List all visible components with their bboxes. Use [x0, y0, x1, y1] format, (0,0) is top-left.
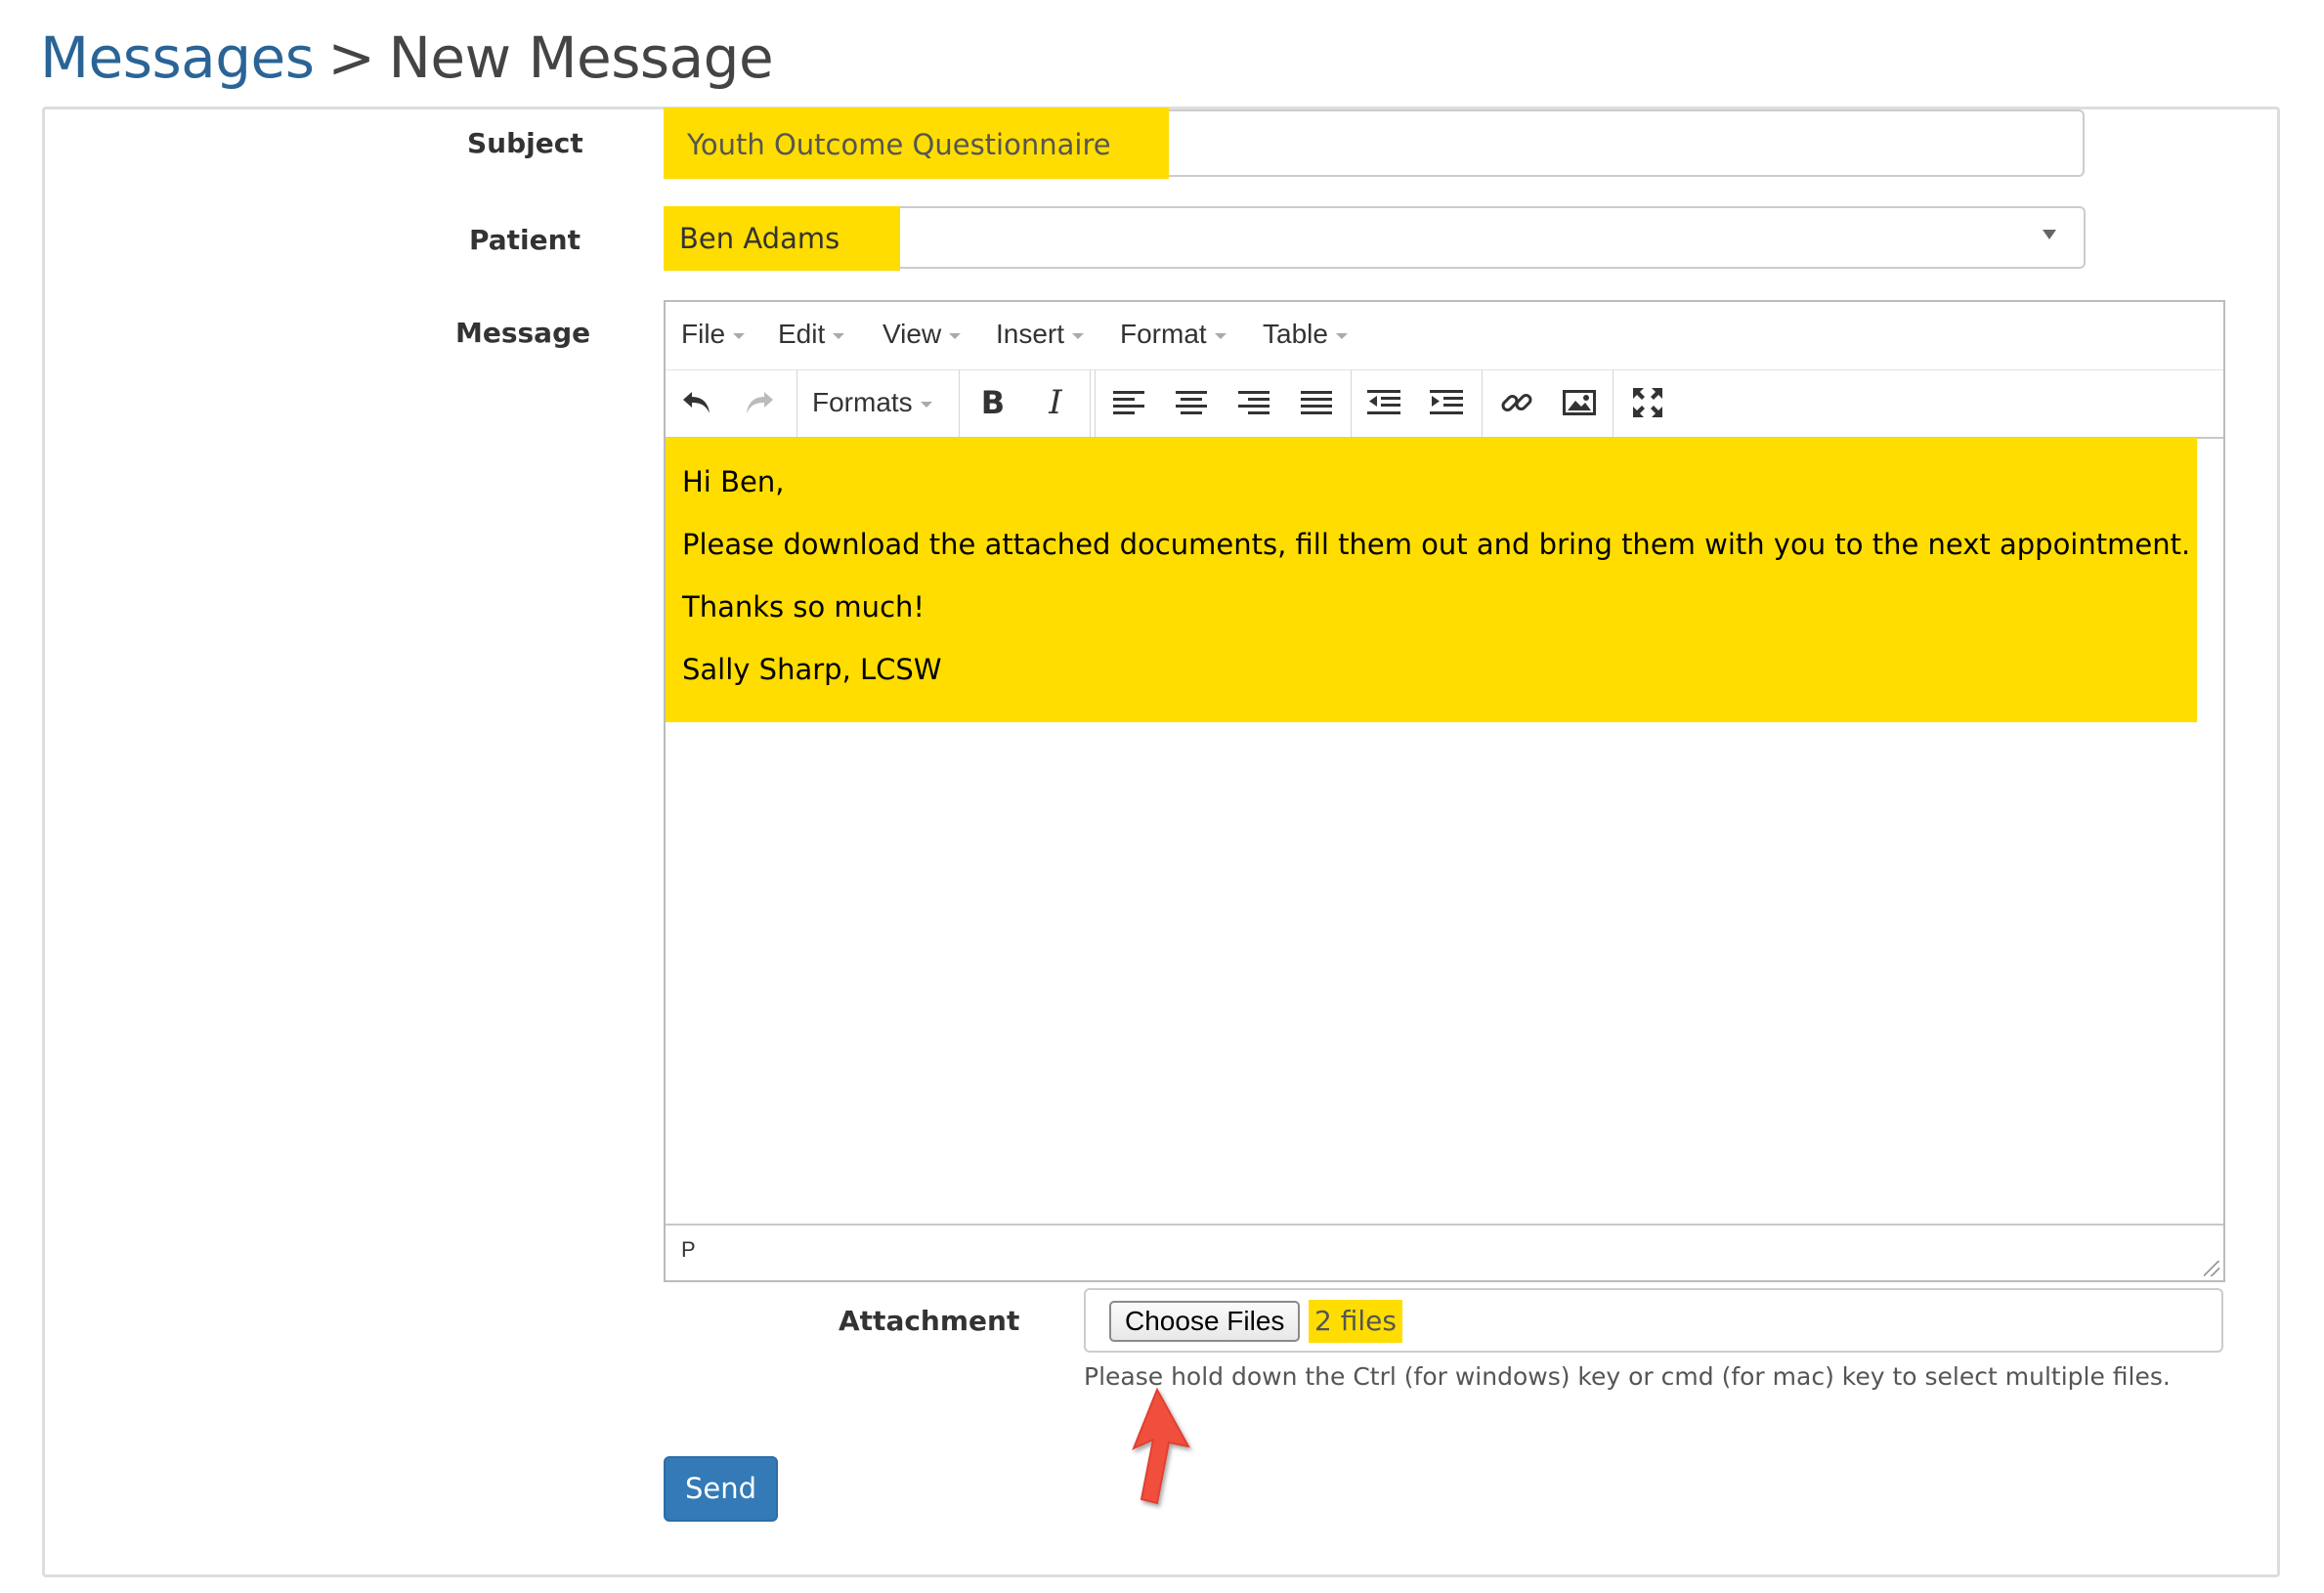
page-title: Messages > New Message [40, 22, 774, 94]
message-label: Message [455, 317, 591, 349]
file-input: Choose Files 2 files [1084, 1288, 2223, 1353]
menu-format[interactable]: Format [1120, 315, 1227, 354]
element-path[interactable]: P [681, 1237, 696, 1263]
italic-icon[interactable]: I [1034, 381, 1077, 424]
indent-icon[interactable] [1425, 381, 1468, 424]
history-group [666, 369, 797, 437]
image-icon[interactable] [1558, 381, 1601, 424]
menu-insert[interactable]: Insert [996, 315, 1085, 354]
subject-value: Youth Outcome Questionnaire [687, 128, 1111, 161]
undo-icon[interactable] [675, 381, 718, 424]
outdent-icon[interactable] [1362, 381, 1405, 424]
rich-text-editor[interactable]: File Edit View Insert Format Table Forma… [664, 300, 2225, 1282]
menu-file[interactable]: File [681, 315, 746, 354]
patient-select[interactable]: Ben Adams [664, 206, 2086, 271]
files-selected-text: 2 files [1309, 1300, 1402, 1343]
breadcrumb-separator: > [327, 24, 375, 91]
indent-group [1351, 369, 1483, 437]
menu-view[interactable]: View [882, 315, 962, 354]
align-right-icon[interactable] [1232, 381, 1275, 424]
patient-value: Ben Adams [679, 222, 840, 255]
align-group [1094, 369, 1352, 437]
editor-content[interactable]: Hi Ben, Please download the attached doc… [666, 438, 2197, 722]
align-justify-icon[interactable] [1295, 381, 1338, 424]
subject-label: Subject [467, 127, 583, 159]
page-heading: New Message [388, 24, 774, 91]
link-icon[interactable] [1495, 381, 1538, 424]
fullscreen-icon[interactable] [1626, 381, 1669, 424]
align-left-icon[interactable] [1107, 381, 1150, 424]
align-center-icon[interactable] [1170, 381, 1213, 424]
bold-icon[interactable]: B [971, 381, 1014, 424]
patient-label: Patient [469, 224, 581, 256]
send-button[interactable]: Send [664, 1456, 778, 1522]
choose-files-button[interactable]: Choose Files [1109, 1301, 1301, 1342]
redo-icon[interactable] [738, 381, 781, 424]
content-thanks: Thanks so much! [682, 590, 925, 624]
content-signature: Sally Sharp, LCSW [682, 653, 942, 686]
attachment-help-text: Please hold down the Ctrl (for windows) … [1084, 1362, 2171, 1391]
chevron-down-icon[interactable] [2043, 230, 2056, 239]
annotation-arrow-icon [1132, 1387, 1190, 1505]
attachment-label: Attachment [839, 1305, 1020, 1337]
menu-edit[interactable]: Edit [778, 315, 845, 354]
subject-input[interactable]: Youth Outcome Questionnaire [664, 108, 2085, 179]
editor-statusbar: P [666, 1224, 2223, 1280]
editor-toolbar: Formats B I [666, 369, 2223, 439]
text-style-group: B I [959, 369, 1096, 437]
formats-dropdown[interactable]: Formats [812, 382, 932, 423]
content-body: Please download the attached documents, … [682, 528, 2191, 561]
menu-table[interactable]: Table [1263, 315, 1348, 354]
resize-handle-icon[interactable] [2204, 1261, 2219, 1276]
view-group [1613, 369, 1681, 437]
insert-group [1482, 369, 1614, 437]
editor-menubar: File Edit View Insert Format Table [666, 302, 2223, 370]
content-greeting: Hi Ben, [682, 465, 785, 498]
breadcrumb-messages-link[interactable]: Messages [40, 24, 315, 91]
